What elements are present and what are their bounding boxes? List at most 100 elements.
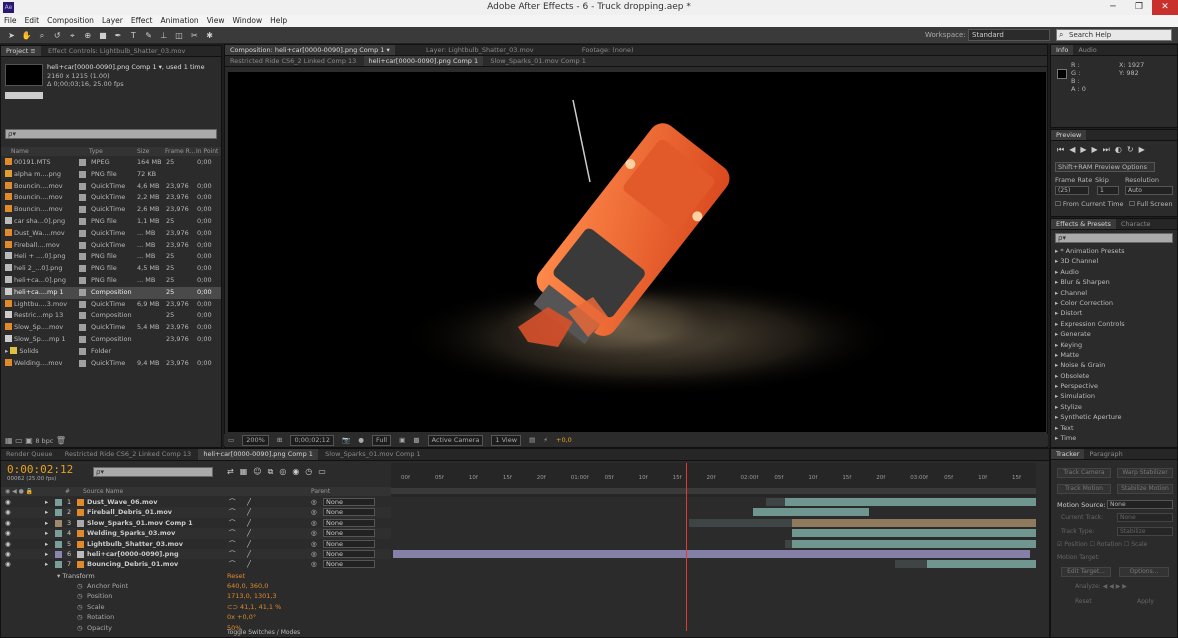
tab-project[interactable]: Project ≡ (1, 46, 41, 56)
parent-select[interactable]: None (323, 498, 375, 506)
quality-switch-icon[interactable]: ╱ (247, 518, 251, 528)
text-tool-icon[interactable]: T (128, 30, 139, 41)
layer-duration-bar[interactable] (791, 518, 1036, 527)
tab-restricted-ride-comp[interactable]: Restricted Ride CS6_2 Linked Comp 13 (60, 449, 196, 460)
project-item[interactable]: Bouncin....mov QuickTime 2,6 MB 23,976 0;00 (1, 204, 221, 216)
project-item[interactable]: alpha m....png PNG file 72 KB (1, 169, 221, 181)
quality-switch-icon[interactable]: ╱ (247, 507, 251, 517)
label-color-swatch[interactable] (79, 229, 86, 237)
selection-tool-icon[interactable]: ➤ (6, 30, 17, 41)
subtab-restricted-ride[interactable]: Restricted Ride CS6_2 Linked Comp 13 (225, 56, 361, 66)
transform-property[interactable]: ◷ Rotation 0x +0,0° (1, 612, 391, 622)
project-search-input[interactable]: ρ▾ (5, 129, 217, 139)
layer-label-color[interactable] (55, 519, 62, 527)
project-item[interactable]: car sha...0].png PNG file 1,1 MB 25 0;00 (1, 216, 221, 228)
tab-tracker[interactable]: Tracker (1051, 449, 1085, 459)
rotate-tool-icon[interactable]: ↺ (52, 30, 63, 41)
layer-row[interactable]: ◉ ▸ 4 Welding_Sparks_03.mov ⌒ ╱ ◎ None (1, 528, 391, 539)
comp-mini-flowchart-icon[interactable]: ⇄ (227, 467, 240, 476)
quality-switch-icon[interactable]: ╱ (247, 497, 251, 507)
parent-select[interactable]: None (323, 518, 375, 527)
label-color-swatch[interactable] (79, 324, 86, 332)
label-color-swatch[interactable] (79, 277, 86, 284)
loop-icon[interactable]: ↻ (1127, 145, 1139, 154)
effect-category[interactable]: ▸ Generate (1051, 329, 1177, 339)
menu-layer[interactable]: Layer (98, 15, 127, 27)
project-item[interactable]: Slow_Sp....mp 1 Composition 23,976 0;00 (1, 334, 221, 346)
menu-help[interactable]: Help (266, 15, 291, 27)
shy-switch-icon[interactable]: ⌒ (229, 559, 236, 569)
new-folder-icon[interactable]: ▭ (15, 436, 23, 445)
expand-arrow-icon[interactable]: ▸ (45, 507, 48, 517)
magnification-select[interactable]: 200% (242, 435, 269, 446)
color-channel-icon[interactable]: ● (358, 434, 364, 446)
zoom-tool-icon[interactable]: ⌕ (36, 30, 47, 41)
rotation-checkbox[interactable]: ☐ Rotation (1090, 541, 1122, 548)
interpret-footage-icon[interactable]: ▦ (5, 436, 13, 445)
motion-blur-icon[interactable]: ◎ (279, 467, 292, 476)
layer-row[interactable]: ◉ ▸ 2 Fireball_Debris_01.mov ⌒ ╱ ◎ None (1, 507, 391, 518)
position-checkbox[interactable]: ☑ Position (1057, 541, 1088, 548)
effect-category[interactable]: ▸ Synthetic Aperture (1051, 412, 1177, 422)
label-color-swatch[interactable] (79, 288, 86, 296)
fast-previews-icon[interactable]: ⚡ (543, 434, 548, 446)
layer-duration-bar[interactable] (791, 539, 1036, 548)
visibility-eye-icon[interactable]: ◉ (5, 549, 11, 559)
rectangle-tool-icon[interactable]: ■ (97, 30, 108, 41)
layer-duration-bar[interactable] (753, 508, 869, 517)
project-item[interactable]: Slow_Sp....mov QuickTime 5,4 MB 23,976 0;00 (1, 322, 221, 334)
layer-row[interactable]: ◉ ▸ 1 Dust_Wave_06.mov ⌒ ╱ ◎ None (1, 497, 391, 508)
maximize-button[interactable]: ❐ (1126, 0, 1152, 15)
audio-icon[interactable]: ◐ (1115, 145, 1127, 154)
play-icon[interactable]: ▶ (1080, 145, 1091, 154)
new-composition-icon[interactable]: ▣ (25, 436, 33, 445)
effect-category[interactable]: ▸ Noise & Grain (1051, 360, 1177, 370)
shy-switch-icon[interactable]: ⌒ (229, 549, 236, 559)
track-camera-button[interactable]: Track Camera (1057, 468, 1111, 478)
stopwatch-icon[interactable]: ◷ (77, 602, 83, 612)
tab-effect-controls[interactable]: Effect Controls: Lightbulb_Shatter_03.mo… (43, 46, 190, 56)
full-screen-checkbox[interactable]: ☐ Full Screen (1129, 200, 1172, 208)
first-frame-icon[interactable]: ⏮ (1057, 145, 1069, 154)
layer-label-color[interactable] (55, 551, 62, 558)
timeline-search-input[interactable]: ρ▾ (93, 467, 213, 477)
column-parent[interactable]: Parent (311, 487, 330, 496)
effect-category[interactable]: ▸ Expression Controls (1051, 319, 1177, 329)
effect-category[interactable]: ▸ Time (1051, 433, 1177, 443)
tab-heli-car-comp[interactable]: heli+car[0000-0090].png Comp 1 (198, 449, 318, 460)
layer-name[interactable]: Slow_Sparks_01.mov Comp 1 (87, 518, 227, 528)
label-color-swatch[interactable] (79, 253, 86, 261)
transform-property[interactable]: ◷ Position 1713,0, 1301,3 (1, 591, 391, 601)
effect-category[interactable]: ▸ Color Correction (1051, 298, 1177, 308)
layer-label-color[interactable] (55, 561, 62, 569)
expand-arrow-icon[interactable]: ▸ (45, 528, 48, 538)
tracker-apply-button[interactable]: Apply (1137, 598, 1154, 605)
effect-category[interactable]: ▸ Obsolete (1051, 371, 1177, 381)
pen-tool-icon[interactable]: ✒ (113, 30, 124, 41)
property-value[interactable]: ⊂⊃ 41,1, 41,1 % (227, 602, 281, 612)
search-help-input[interactable]: ⌕ Search Help (1056, 29, 1172, 41)
stopwatch-icon[interactable]: ◷ (77, 581, 83, 591)
shy-switch-icon[interactable]: ⌒ (229, 528, 236, 538)
label-color-swatch[interactable] (79, 359, 86, 367)
pixel-aspect-icon[interactable]: ▤ (529, 434, 535, 446)
project-item[interactable]: Restric...mp 13 Composition 25 0;00 (1, 310, 221, 322)
label-color-swatch[interactable] (79, 300, 86, 308)
parent-pick-whip-icon[interactable]: ◎ (311, 518, 317, 528)
shy-switch-icon[interactable]: ⌒ (229, 518, 236, 528)
column-type[interactable]: Type (89, 147, 103, 156)
project-item[interactable]: Fireball....mov QuickTime ... MB 23,976 0;00 (1, 240, 221, 252)
visibility-eye-icon[interactable]: ◉ (5, 507, 11, 517)
effect-category[interactable]: ▸ Perspective (1051, 381, 1177, 391)
exposure-value[interactable]: +0,0 (556, 434, 572, 446)
edit-target-button[interactable]: Edit Target... (1061, 567, 1111, 577)
region-of-interest-icon[interactable]: ▣ (399, 434, 405, 446)
puppet-tool-icon[interactable]: ✱ (204, 30, 215, 41)
project-item[interactable]: Dust_Wa....mov QuickTime ... MB 23,976 0;00 (1, 228, 221, 240)
hand-tool-icon[interactable]: ✋ (21, 30, 32, 41)
layer-row[interactable]: ◉ ▸ 5 Lightbulb_Shatter_03.mov ⌒ ╱ ◎ None (1, 538, 391, 549)
stabilize-motion-button[interactable]: Stabilize Motion (1117, 484, 1173, 494)
always-preview-icon[interactable]: ▭ (228, 434, 234, 446)
expand-arrow-icon[interactable]: ▸ (45, 549, 48, 559)
effect-category[interactable]: ▸ Simulation (1051, 391, 1177, 401)
